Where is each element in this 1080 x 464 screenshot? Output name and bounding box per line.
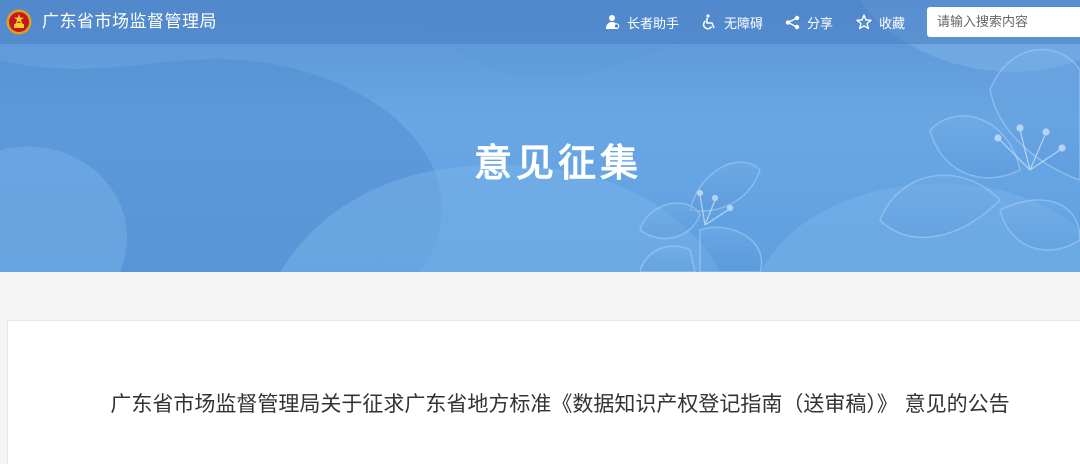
site-title[interactable]: 广东省市场监督管理局 (42, 10, 217, 34)
favorite-label: 收藏 (879, 16, 906, 32)
page: 广东省市场监督管理局 长者助手 无障碍 分享 收藏 请输入搜索内容 意见征集 广… (0, 0, 1080, 464)
wheelchair-icon (702, 14, 715, 30)
share-button[interactable]: 分享 (785, 12, 833, 32)
share-icon (785, 15, 800, 29)
accessibility-label: 无障碍 (724, 16, 764, 32)
favorite-button[interactable]: 收藏 (856, 12, 905, 32)
star-icon (856, 14, 872, 30)
elder-assistant-icon (606, 15, 620, 29)
banner-title: 意见征集 (473, 141, 642, 185)
national-emblem-icon (6, 9, 32, 35)
banner: 广东省市场监督管理局 长者助手 无障碍 分享 收藏 请输入搜索内容 意见征集 (0, 0, 1080, 272)
article-title: 广东省市场监督管理局关于征求广东省地方标准《数据知识产权登记指南（送审稿）》 意… (110, 392, 1010, 416)
accessibility-button[interactable]: 无障碍 (701, 12, 763, 32)
elder-assistant-button[interactable]: 长者助手 (604, 12, 679, 32)
search-input[interactable] (927, 7, 1080, 37)
elder-assistant-label: 长者助手 (627, 16, 680, 32)
top-bar: 广东省市场监督管理局 长者助手 无障碍 分享 收藏 请输入搜索内容 (0, 0, 1080, 44)
share-label: 分享 (807, 16, 834, 32)
